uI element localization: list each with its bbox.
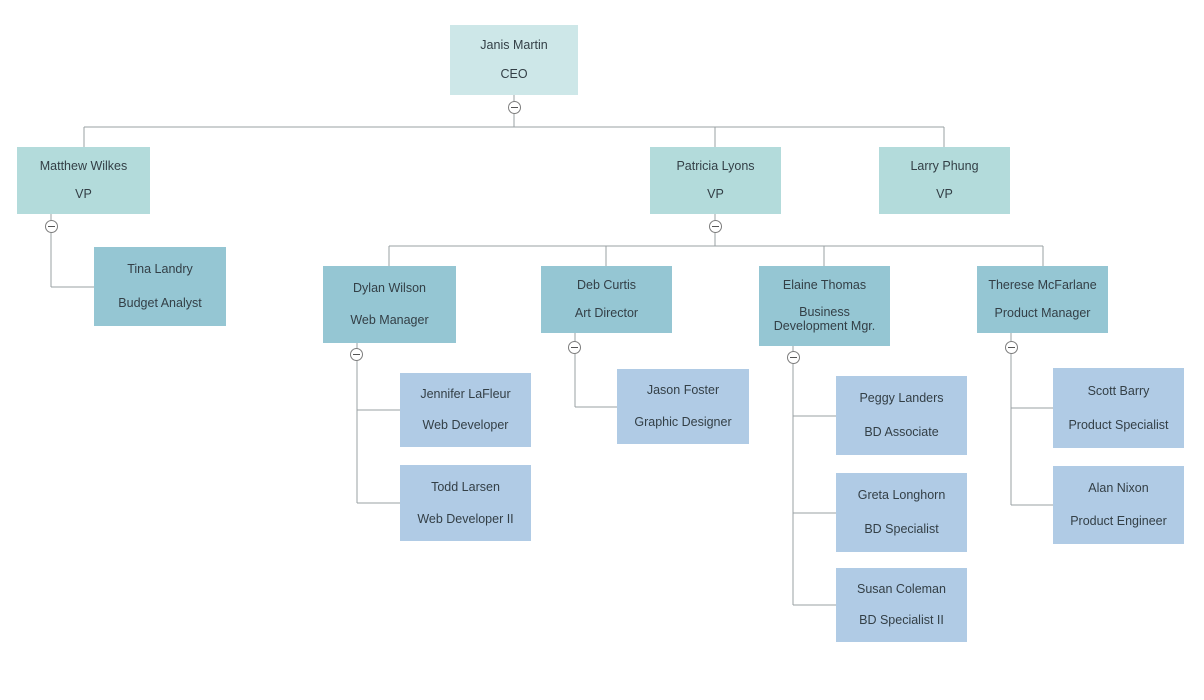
org-node-name: Dylan Wilson [353,280,426,295]
org-node-larry-phung[interactable]: Larry Phung VP [879,147,1010,214]
org-node-name: Jennifer LaFleur [420,387,511,402]
org-node-elaine-thomas[interactable]: Elaine Thomas Business Development Mgr. [759,266,890,346]
org-node-deb-curtis[interactable]: Deb Curtis Art Director [541,266,672,333]
org-node-name: Peggy Landers [859,391,944,406]
org-node-dylan-wilson[interactable]: Dylan Wilson Web Manager [323,266,456,343]
org-node-title: BD Specialist II [859,613,944,628]
org-node-title: BD Specialist [864,521,939,536]
minus-circle-icon-janis-martin[interactable] [508,101,521,114]
org-node-name: Elaine Thomas [782,277,867,292]
org-node-name: Scott Barry [1087,383,1150,398]
org-node-alan-nixon[interactable]: Alan Nixon Product Engineer [1053,466,1184,544]
org-node-title: VP [75,186,92,201]
org-node-jason-foster[interactable]: Jason Foster Graphic Designer [617,369,749,444]
minus-circle-icon-therese-mcfarlane[interactable] [1005,341,1018,354]
org-node-todd-larsen[interactable]: Todd Larsen Web Developer II [400,465,531,541]
org-node-name: Alan Nixon [1088,481,1149,496]
org-node-title: Product Engineer [1070,514,1167,529]
org-node-title: CEO [500,67,528,82]
org-node-greta-longhorn[interactable]: Greta Longhorn BD Specialist [836,473,967,552]
org-node-title: Product Manager [994,305,1091,320]
org-node-matthew-wilkes[interactable]: Matthew Wilkes VP [17,147,150,214]
org-node-peggy-landers[interactable]: Peggy Landers BD Associate [836,376,967,455]
org-node-title: Product Specialist [1068,417,1169,432]
org-node-scott-barry[interactable]: Scott Barry Product Specialist [1053,368,1184,448]
org-node-name: Susan Coleman [857,582,946,597]
org-node-title: Business Development Mgr. [773,304,876,334]
org-node-title: BD Associate [864,424,939,439]
org-node-name: Deb Curtis [576,278,637,293]
org-node-janis-martin[interactable]: Janis Martin CEO [450,25,578,95]
org-node-tina-landry[interactable]: Tina Landry Budget Analyst [94,247,226,326]
org-node-name: Greta Longhorn [857,488,946,503]
org-node-name: Larry Phung [910,159,979,174]
connector-layer [50,95,1053,606]
minus-circle-icon-matthew-wilkes[interactable] [45,220,58,233]
org-node-susan-coleman[interactable]: Susan Coleman BD Specialist II [836,568,967,642]
org-node-title: Art Director [574,305,639,320]
org-node-name: Patricia Lyons [676,159,755,174]
org-node-name: Tina Landry [127,262,193,277]
org-node-title: VP [936,186,953,201]
org-node-name: Janis Martin [480,38,548,53]
minus-circle-icon-patricia-lyons[interactable] [709,220,722,233]
org-node-title: VP [707,186,724,201]
minus-circle-icon-elaine-thomas[interactable] [787,351,800,364]
org-node-title: Graphic Designer [634,414,732,429]
org-node-name: Jason Foster [646,383,720,398]
org-node-title: Web Developer II [417,511,514,526]
org-node-patricia-lyons[interactable]: Patricia Lyons VP [650,147,781,214]
org-node-title: Web Developer [422,418,509,433]
minus-circle-icon-dylan-wilson[interactable] [350,348,363,361]
org-node-jennifer-lafleur[interactable]: Jennifer LaFleur Web Developer [400,373,531,447]
org-node-name: Todd Larsen [431,479,500,494]
org-node-name: Matthew Wilkes [39,159,128,174]
org-node-title: Web Manager [350,313,429,328]
org-node-therese-mcfarlane[interactable]: Therese McFarlane Product Manager [977,266,1108,333]
org-node-name: Therese McFarlane [988,278,1097,293]
org-node-title: Budget Analyst [118,295,202,310]
org-chart-canvas: Janis Martin CEO Matthew Wilkes VP Patricia … [0,0,1204,700]
minus-circle-icon-deb-curtis[interactable] [568,341,581,354]
